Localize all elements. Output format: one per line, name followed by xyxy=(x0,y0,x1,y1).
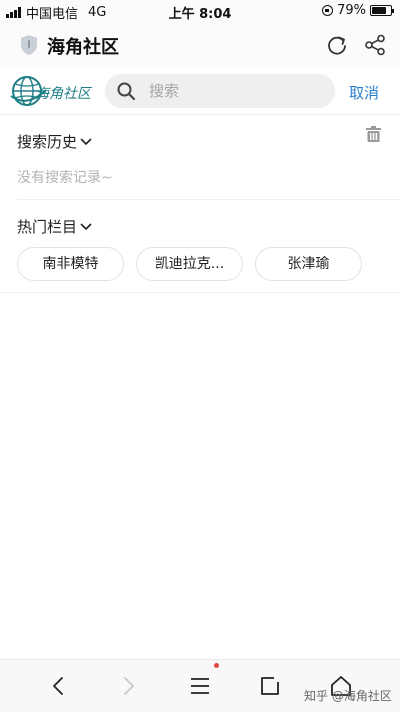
globe-logo-icon: 海角社区 xyxy=(10,76,93,106)
rotation-lock-icon xyxy=(322,5,334,16)
trash-icon[interactable] xyxy=(366,126,381,142)
divider xyxy=(17,199,400,200)
battery-percent: 79% xyxy=(337,3,366,18)
hot-toggle[interactable]: 热门栏目 xyxy=(17,216,92,237)
divider xyxy=(0,292,400,293)
shield-icon[interactable] xyxy=(19,34,39,56)
search-box[interactable] xyxy=(105,74,335,108)
svg-text:海角社区: 海角社区 xyxy=(35,86,92,102)
site-logo[interactable]: 海角社区 xyxy=(10,74,93,108)
battery-icon xyxy=(370,5,394,16)
cancel-button[interactable]: 取消 xyxy=(349,82,379,103)
bottom-nav: 知乎 @海角社区 xyxy=(0,659,400,712)
history-toggle[interactable]: 搜索历史 xyxy=(17,131,92,152)
share-icon[interactable] xyxy=(364,34,386,56)
hot-tag[interactable]: 凯迪拉克... xyxy=(136,247,243,281)
back-icon[interactable] xyxy=(47,674,71,698)
hot-tag[interactable]: 南非模特 xyxy=(17,247,124,281)
search-input[interactable] xyxy=(149,74,319,108)
refresh-icon[interactable] xyxy=(326,34,348,56)
status-bar: 中国电信 4G 上午 8:04 79% xyxy=(0,0,400,22)
title-bar: 海角社区 xyxy=(0,22,400,67)
notification-dot xyxy=(214,663,219,668)
empty-history-text: 没有搜索记录~ xyxy=(17,170,113,186)
tabs-icon[interactable] xyxy=(258,674,282,698)
search-icon xyxy=(117,82,135,100)
menu-icon[interactable] xyxy=(188,674,212,698)
forward-icon[interactable] xyxy=(116,674,140,698)
chevron-down-icon xyxy=(80,138,92,146)
hot-title: 热门栏目 xyxy=(17,218,78,236)
hot-tag[interactable]: 张津瑜 xyxy=(255,247,362,281)
watermark: 知乎 @海角社区 xyxy=(304,689,392,703)
search-bar: 海角社区 取消 xyxy=(0,66,400,115)
history-title: 搜索历史 xyxy=(17,133,78,151)
page-title: 海角社区 xyxy=(47,37,119,58)
status-right: 79% xyxy=(322,3,394,18)
chevron-down-icon xyxy=(80,223,92,231)
